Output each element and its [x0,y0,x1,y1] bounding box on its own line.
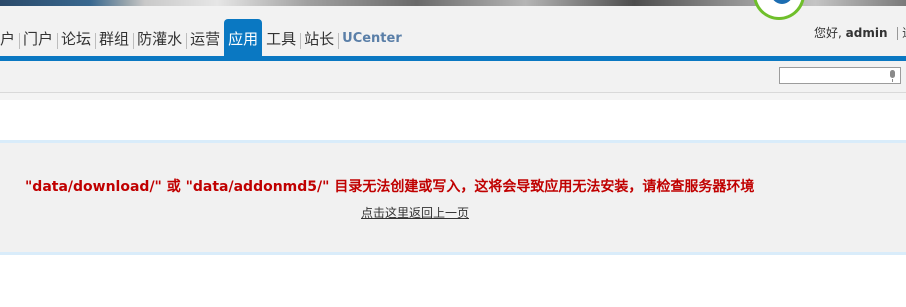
nav-item-webmaster[interactable]: 站长 [300,19,338,57]
nav-item-label: UCenter [342,30,402,46]
logout-link[interactable]: 退 [902,26,906,40]
nav-item-portal[interactable]: 门户 [19,19,57,57]
error-message: "data/download/" 或 "data/addonmd5/" 目录无法… [25,179,755,195]
nav-item-ucenter[interactable]: UCenter [338,19,406,57]
search-input[interactable] [779,67,901,84]
nav-item-operation[interactable]: 运营 [186,19,224,57]
nav-item-label: 工具 [266,29,297,48]
top-header: 户 门户 论坛 群组 防灌水 运营 应用 工具 站长 UCenter 您好, a… [0,0,906,60]
nav-item-group[interactable]: 群组 [95,19,133,57]
back-link[interactable]: 点击这里返回上一页 [361,204,469,221]
nav-item-label: 防灌水 [137,29,183,48]
nav-item-label: 户 [0,29,16,48]
nav-item-label: 群组 [99,29,130,48]
sub-header [0,61,906,93]
logo-icon[interactable] [753,0,805,20]
nav-item-label: 应用 [228,29,259,48]
nav-item-forum[interactable]: 论坛 [57,19,95,57]
greeting-text: 您好, [814,26,842,40]
nav-item-label: 站长 [304,29,335,48]
admin-page: 户 门户 论坛 群组 防灌水 运营 应用 工具 站长 UCenter 您好, a… [0,0,906,307]
user-greeting: 您好, admin 退 [814,24,906,41]
main-nav: 户 门户 论坛 群组 防灌水 运营 应用 工具 站长 UCenter [0,19,406,57]
nav-item-label: 运营 [190,29,221,48]
nav-item-apps[interactable]: 应用 [224,19,263,57]
nav-item-label: 论坛 [61,29,92,48]
nav-item-antispam[interactable]: 防灌水 [133,19,186,57]
nav-item-user[interactable]: 户 [0,19,19,57]
microphone-icon[interactable] [889,70,896,82]
error-message-panel: "data/download/" 或 "data/addonmd5/" 目录无法… [0,140,906,255]
nav-item-tools[interactable]: 工具 [262,19,300,57]
nav-item-label: 门户 [23,29,54,48]
username[interactable]: admin [846,26,888,40]
header-shadow-strip [0,93,906,100]
divider [897,27,899,40]
